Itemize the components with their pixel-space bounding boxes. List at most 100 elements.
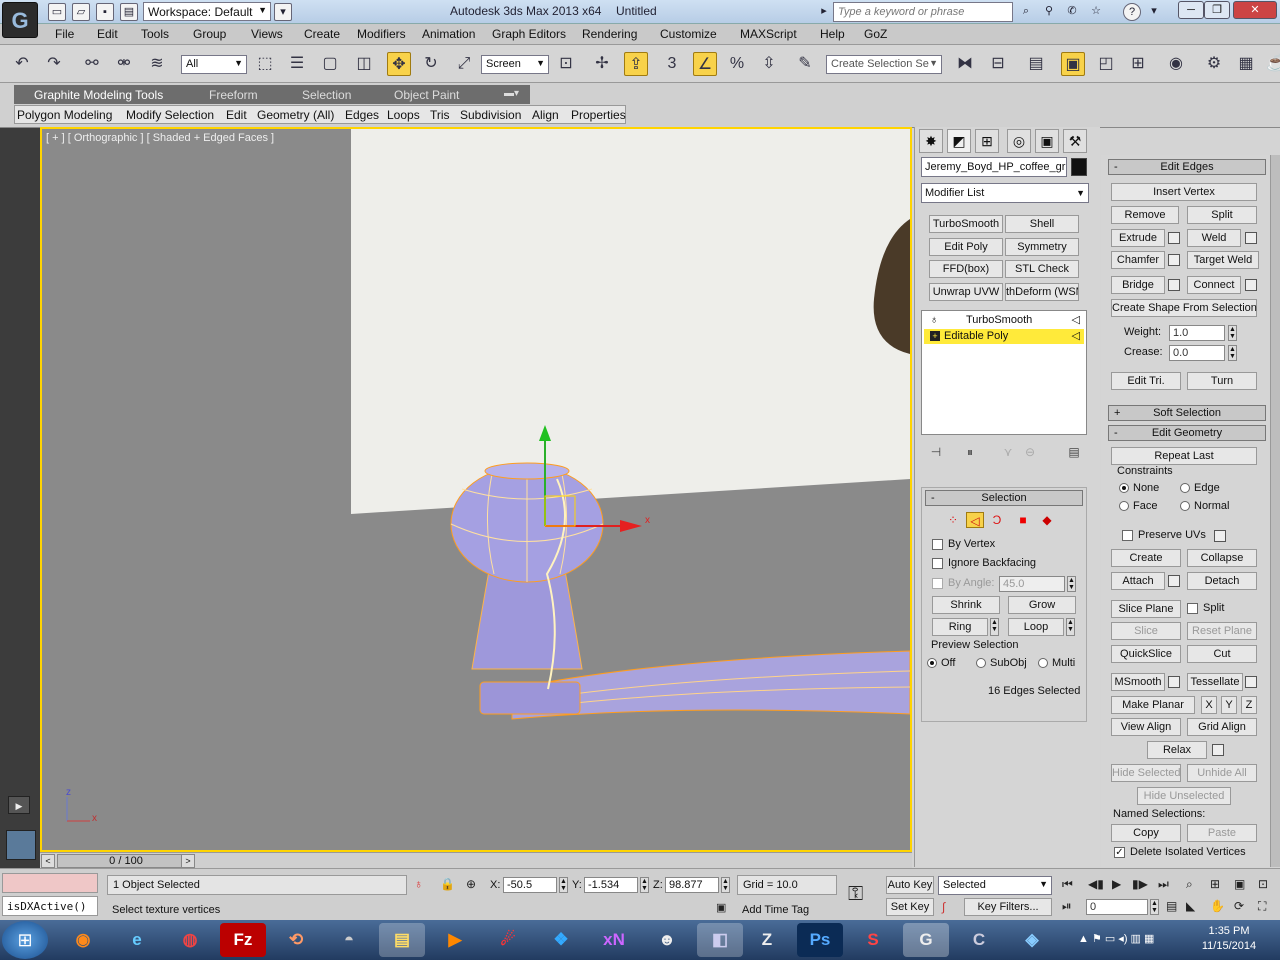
go-to-end-icon[interactable]: ⏭ <box>1158 877 1169 892</box>
split-button[interactable]: Split <box>1187 206 1257 224</box>
msmooth-settings-icon[interactable] <box>1168 676 1180 688</box>
undo-icon[interactable]: ↶ <box>10 52 34 76</box>
snaps-toggle-icon[interactable]: 3 <box>660 52 684 76</box>
app-icon[interactable]: ◈ <box>1009 923 1055 957</box>
help-icon[interactable]: ? <box>1123 3 1141 21</box>
mirror-icon[interactable]: ⧓ <box>953 52 977 76</box>
panel-properties[interactable]: Properties <box>571 108 626 122</box>
crease-input[interactable]: 0.0 <box>1169 345 1225 361</box>
link-icon[interactable]: ⚯ <box>80 52 104 76</box>
project-folder-icon[interactable]: ▤ <box>120 3 138 21</box>
photoshop-icon[interactable]: Ps <box>797 923 843 957</box>
ring-spinner[interactable]: ▲ ▼ <box>990 618 999 636</box>
chrome-icon[interactable]: ◍ <box>167 923 213 957</box>
panel-edges[interactable]: Edges <box>345 108 379 122</box>
modifier-button-turbosmooth[interactable]: TurboSmooth <box>929 215 1003 233</box>
subscription-icon[interactable]: ⚲ <box>1040 3 1058 21</box>
make-planar-button[interactable]: Make Planar <box>1111 696 1195 714</box>
connect-button[interactable]: Connect <box>1187 276 1241 294</box>
pan-view-icon[interactable]: ✋ <box>1210 899 1225 913</box>
app-icon[interactable]: ⟲ <box>273 923 319 957</box>
play-icon[interactable]: ▶ <box>1112 877 1121 891</box>
preview-multi-radio[interactable]: Multi <box>1038 657 1075 669</box>
percent-snap-icon[interactable]: % <box>725 52 749 76</box>
angle-spinner[interactable]: ▲ ▼ <box>1067 576 1076 592</box>
menu-customize[interactable]: Customize <box>660 27 717 41</box>
hide-selected-button[interactable]: Hide Selected <box>1111 764 1181 782</box>
x-coordinate-input[interactable]: -50.5 <box>503 877 557 893</box>
weld-button[interactable]: Weld <box>1187 229 1241 247</box>
y-coordinate-input[interactable]: -1.534 <box>584 877 638 893</box>
viewport-shading-menu[interactable]: [ Shaded + Edged Faces ] <box>147 132 275 144</box>
bind-space-warp-icon[interactable]: ≋ <box>145 52 169 76</box>
selection-lock-icon[interactable]: 🔒 <box>440 877 455 891</box>
panel-edit[interactable]: Edit <box>226 108 247 122</box>
spinner-snap-icon[interactable]: ⇳ <box>757 52 781 76</box>
minimize-button[interactable]: ─ <box>1178 1 1204 19</box>
menu-graph-editors[interactable]: Graph Editors <box>492 27 566 41</box>
by-vertex-checkbox[interactable]: By Vertex <box>932 538 995 550</box>
light-bulb-icon[interactable]: ♁ <box>930 313 938 328</box>
window-crossing-icon[interactable]: ◫ <box>352 52 376 76</box>
cut-button[interactable]: Cut <box>1187 645 1257 663</box>
reset-plane-button[interactable]: Reset Plane <box>1187 622 1257 640</box>
menu-file[interactable]: File <box>55 27 74 41</box>
time-tag-icon[interactable]: ▣ <box>716 901 726 914</box>
copy-button[interactable]: Copy <box>1111 824 1181 842</box>
maxscript-input[interactable]: isDXActive() <box>2 896 98 916</box>
tab-selection[interactable]: Selection <box>302 88 351 102</box>
paste-button[interactable]: Paste <box>1187 824 1257 842</box>
constraint-face-radio[interactable]: Face <box>1119 500 1157 512</box>
favorites-star-icon[interactable]: ☆ <box>1087 3 1105 21</box>
modifier-button-edit-poly[interactable]: Edit Poly <box>929 238 1003 256</box>
ring-button[interactable]: Ring <box>932 618 988 636</box>
slice-plane-button[interactable]: Slice Plane <box>1111 600 1181 618</box>
keyboard-shortcut-override-icon[interactable]: ⇪ <box>624 52 648 76</box>
menu-edit[interactable]: Edit <box>97 27 118 41</box>
tab-object-paint[interactable]: Object Paint <box>394 88 459 102</box>
make-planar-x-button[interactable]: X <box>1201 696 1217 714</box>
rotate-icon[interactable]: ↻ <box>419 52 443 76</box>
dropbox-icon[interactable]: ❖ <box>538 923 584 957</box>
msmooth-button[interactable]: MSmooth <box>1111 673 1165 691</box>
filezilla-icon[interactable]: Fz <box>220 923 266 957</box>
object-name-field[interactable]: Jeremy_Boyd_HP_coffee_grinder <box>921 157 1067 177</box>
shrink-button[interactable]: Shrink <box>932 596 1000 614</box>
absolute-mode-icon[interactable]: ⊕ <box>466 877 476 891</box>
menu-modifiers[interactable]: Modifiers <box>357 27 406 41</box>
modifier-button-shell[interactable]: Shell <box>1005 215 1079 233</box>
viewport-plus-menu[interactable]: [ + ] <box>46 132 65 144</box>
insert-vertex-button[interactable]: Insert Vertex <box>1111 183 1257 201</box>
grid-align-button[interactable]: Grid Align <box>1187 718 1257 736</box>
command-panel-scrollbar[interactable] <box>1270 155 1280 867</box>
render-setup-icon[interactable]: ⚙ <box>1202 52 1226 76</box>
next-frame-icon[interactable]: ▮▶ <box>1132 877 1148 891</box>
layer-manager-icon[interactable]: ▤ <box>1024 52 1048 76</box>
app-menu-button[interactable]: G <box>2 2 38 38</box>
open-file-icon[interactable]: ▱ <box>72 3 90 21</box>
rect-selection-icon[interactable]: ▢ <box>318 52 342 76</box>
tab-freeform[interactable]: Freeform <box>209 88 258 102</box>
detach-button[interactable]: Detach <box>1187 572 1257 590</box>
modifier-button-symmetry[interactable]: Symmetry <box>1005 238 1079 256</box>
menu-maxscript[interactable]: MAXScript <box>740 27 797 41</box>
move-icon[interactable]: ✥ <box>387 52 411 76</box>
vertex-mode-icon[interactable]: ⁘ <box>944 512 962 528</box>
scale-icon[interactable]: ⤢ <box>452 52 476 76</box>
default-tangent-icon[interactable]: ∫ <box>942 900 945 914</box>
make-planar-z-button[interactable]: Z <box>1241 696 1257 714</box>
loop-spinner[interactable]: ▲ ▼ <box>1066 618 1075 636</box>
extrude-button[interactable]: Extrude <box>1111 229 1165 247</box>
modifier-button-unwrap-uvw[interactable]: Unwrap UVW <box>929 283 1003 301</box>
constraint-edge-radio[interactable]: Edge <box>1180 482 1220 494</box>
chamfer-button[interactable]: Chamfer <box>1111 251 1165 269</box>
selection-rollout-header[interactable]: - Selection <box>925 490 1083 506</box>
align-icon[interactable]: ⊟ <box>986 52 1010 76</box>
communication-center-icon[interactable]: ✆ <box>1063 3 1081 21</box>
preserve-uvs-settings-icon[interactable] <box>1214 530 1226 542</box>
unhide-all-button[interactable]: Unhide All <box>1187 764 1257 782</box>
split-checkbox[interactable]: Split <box>1187 602 1224 614</box>
next-frame-button[interactable]: > <box>181 854 195 868</box>
weight-spinner[interactable]: ▲ ▼ <box>1228 325 1237 341</box>
edit-named-selection-icon[interactable]: ✎ <box>793 52 817 76</box>
